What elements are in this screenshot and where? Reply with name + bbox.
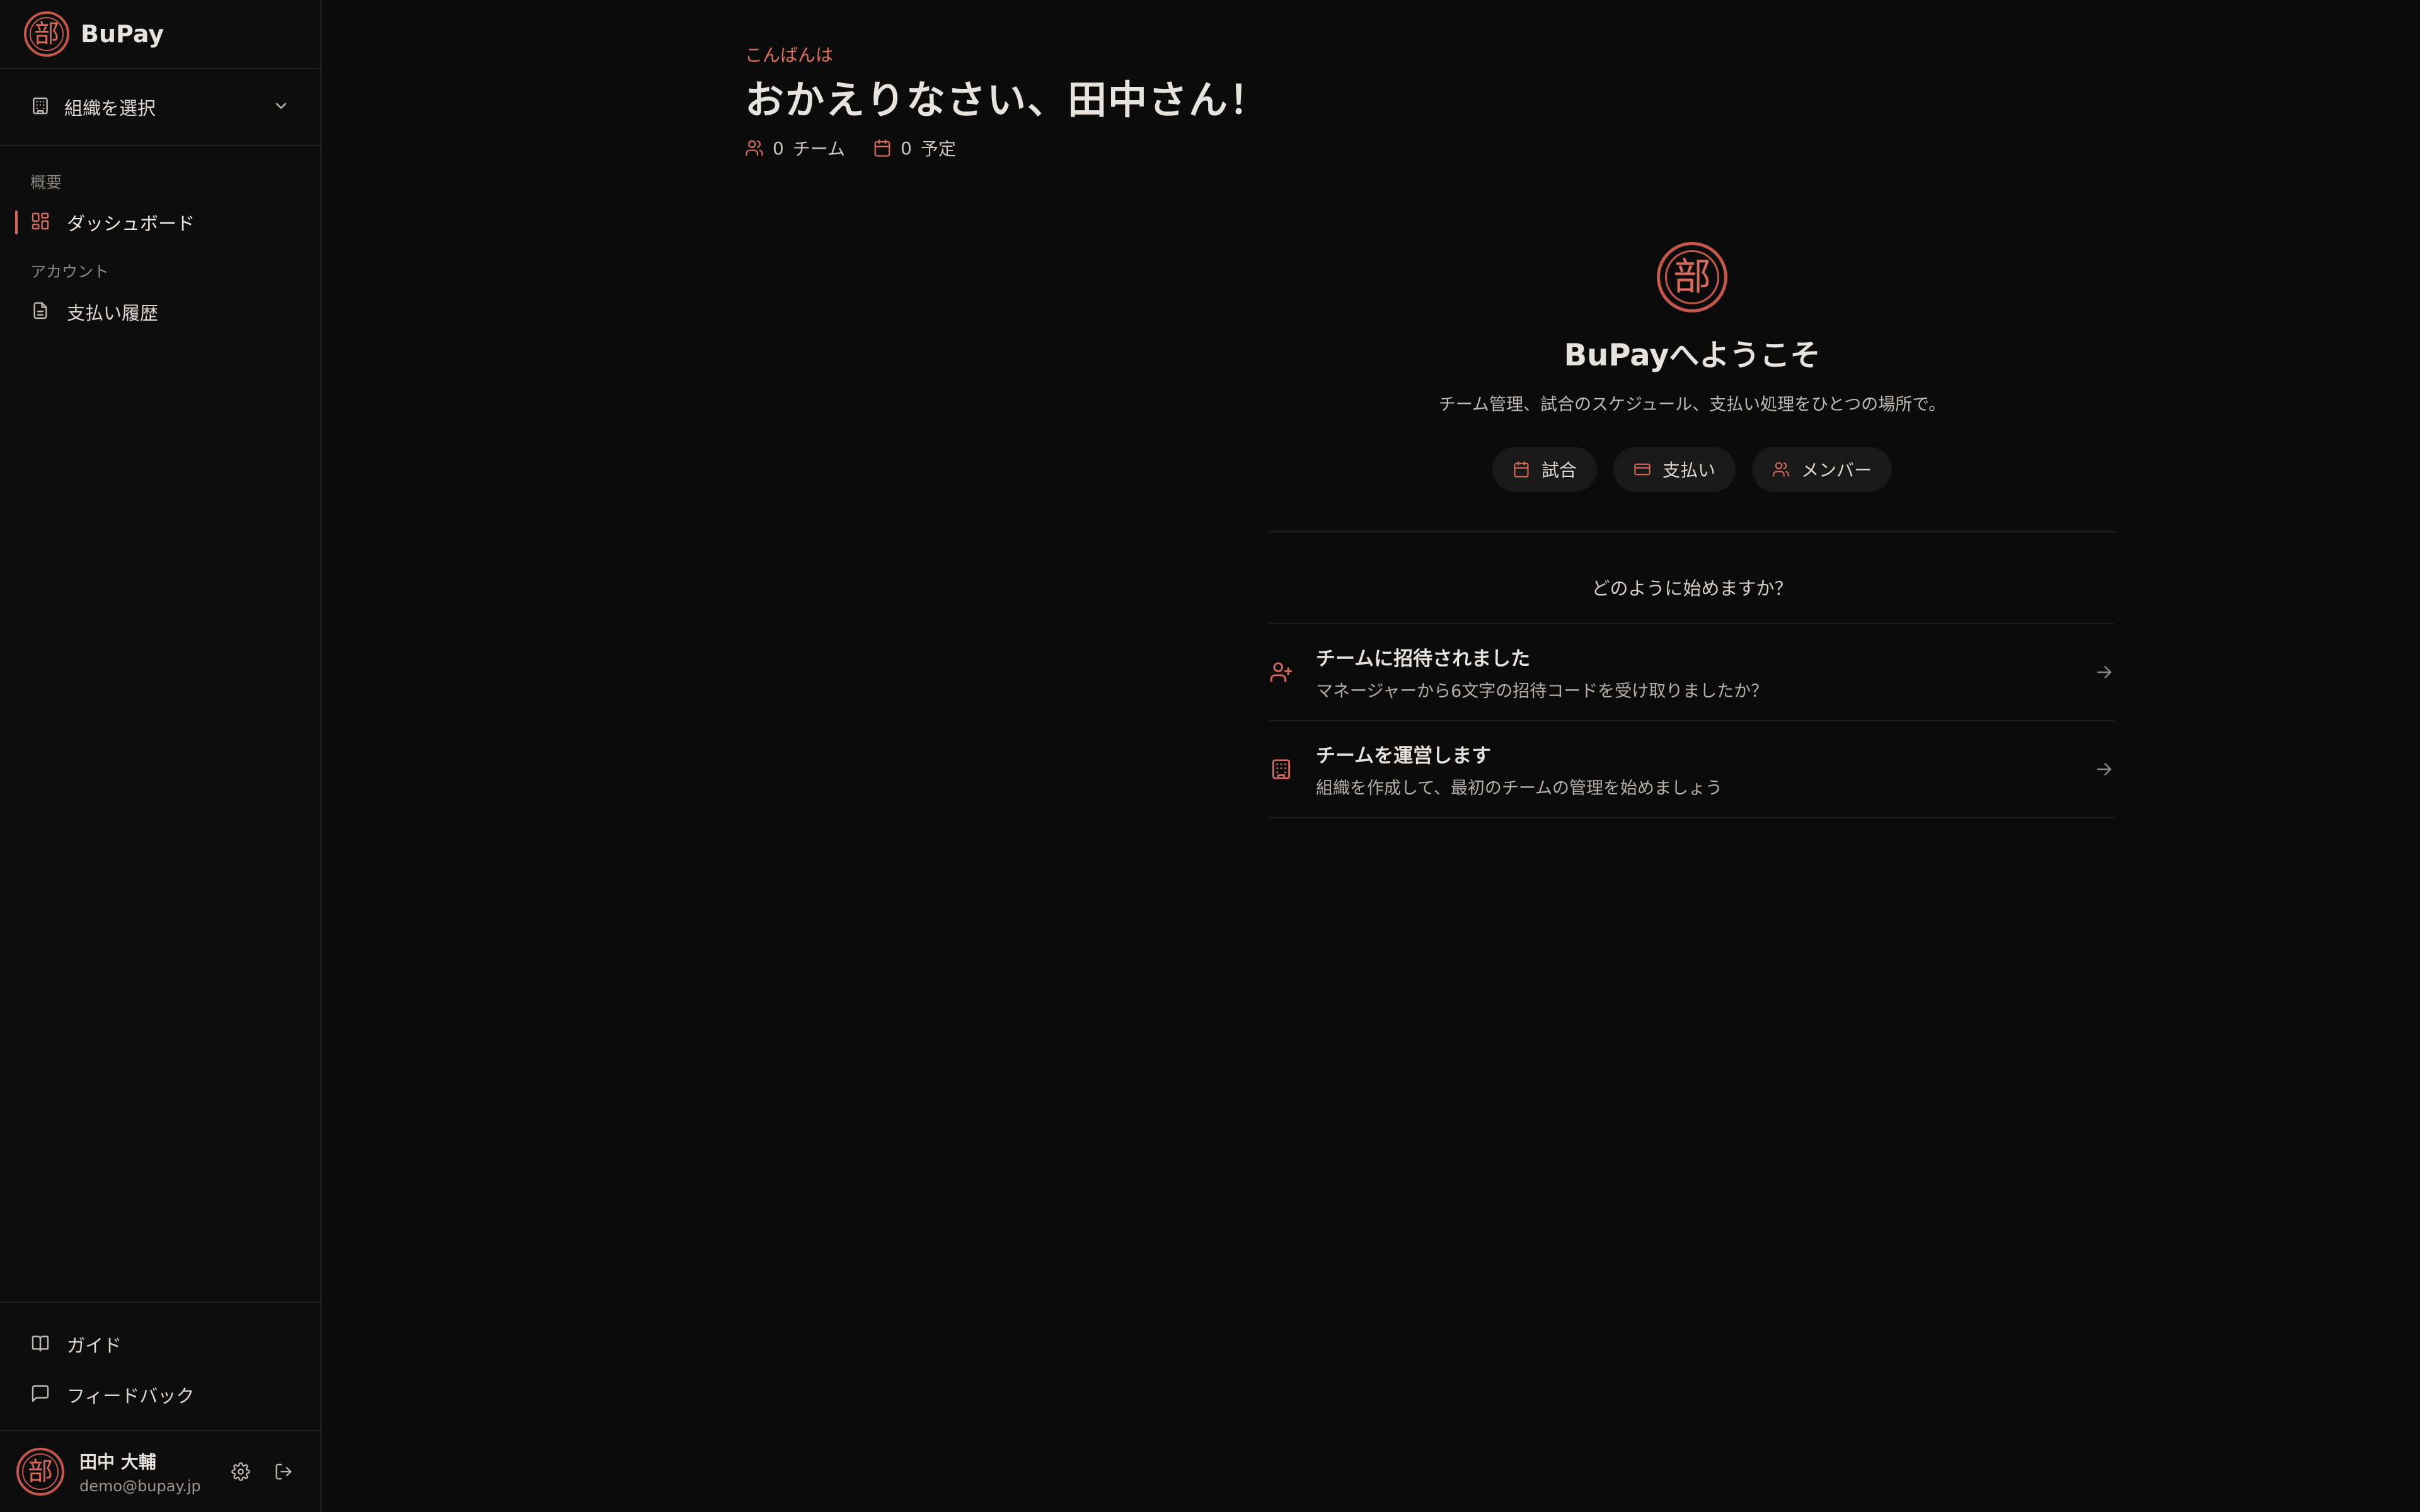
page-title: おかえりなさい、田中さん！ [745, 77, 1270, 123]
user-name: 田中 大輔 [79, 1452, 156, 1472]
logout-button[interactable] [271, 1459, 296, 1484]
option-title: チームを運営します [1316, 745, 1492, 767]
pill-members[interactable]: メンバー [1752, 447, 1893, 492]
user-actions [228, 1459, 320, 1484]
user-meta: 田中 大輔 demo@bupay.jp [79, 1448, 228, 1495]
sidebar-item-label: ガイド [67, 1335, 122, 1356]
brand-name: BuPay [81, 20, 164, 48]
sidebar-item-label: フィードバック [67, 1385, 195, 1407]
pill-payments[interactable]: 支払い [1613, 447, 1736, 492]
nav-section-overview: 概要 ダッシュボード [0, 146, 320, 241]
pill-matches[interactable]: 試合 [1492, 447, 1597, 492]
welcome-panel: 部 BuPayへようこそ チーム管理、試合のスケジュール、支払い処理をひとつの場… [1269, 242, 2115, 818]
bottom-links: ガイド フィードバック [0, 1302, 320, 1430]
calendar-icon [874, 139, 890, 157]
org-select[interactable]: 組織を選択 [0, 69, 320, 146]
stat-teams: 0 チーム [745, 135, 845, 161]
avatar[interactable]: 部 [16, 1448, 64, 1496]
stat-teams-label: チーム [792, 139, 845, 159]
dashboard-icon [30, 211, 50, 234]
book-icon [30, 1333, 50, 1356]
welcome-logo-char: 部 [1673, 255, 1711, 299]
credit-card-icon [1634, 463, 1651, 476]
arrow-right-icon [2090, 759, 2115, 780]
sidebar-item-feedback[interactable]: フィードバック [0, 1370, 320, 1420]
document-icon [30, 301, 50, 323]
users-icon [1773, 462, 1789, 477]
option-manage-team[interactable]: チームを運営します 組織を作成して、最初のチームの管理を始めましょう [1269, 721, 2115, 818]
start-question: どのように始めますか？ [1591, 578, 1793, 599]
sidebar: 部 BuPay 組織を選択 概要 ダッシュボード アカウント 支払い履歴 ガイド… [0, 0, 321, 1512]
avatar-char: 部 [28, 1457, 53, 1486]
welcome-logo: 部 [1657, 242, 1727, 312]
pill-label: 試合 [1541, 460, 1577, 481]
logout-icon [275, 1463, 292, 1480]
app-root: 部 BuPay 組織を選択 概要 ダッシュボード アカウント 支払い履歴 ガイド… [0, 0, 2420, 1512]
gear-icon [231, 1462, 250, 1481]
welcome-title: BuPayへようこそ [1564, 338, 1821, 373]
option-invited[interactable]: チームに招待されました マネージャーから6文字の招待コードを受け取りましたか？ [1269, 624, 2115, 721]
user-email: demo@bupay.jp [79, 1477, 201, 1495]
option-description: マネージャーから6文字の招待コードを受け取りましたか？ [1316, 682, 1768, 701]
option-text: チームを運営します 組織を作成して、最初のチームの管理を始めましょう [1316, 740, 2090, 799]
building-icon [30, 96, 50, 118]
brand-logo: 部 [24, 11, 69, 57]
stat-schedule: 0 予定 [873, 135, 956, 161]
sidebar-item-dashboard[interactable]: ダッシュボード [0, 204, 320, 241]
option-text: チームに招待されました マネージャーから6文字の招待コードを受け取りましたか？ [1316, 643, 2090, 702]
sidebar-bottom: ガイド フィードバック 部 田中 大輔 demo@bupay.jp [0, 1302, 320, 1512]
user-plus-icon [1269, 660, 1294, 684]
arrow-right-icon [2090, 662, 2115, 683]
sidebar-item-payment-history[interactable]: 支払い履歴 [0, 294, 320, 330]
stat-schedule-label: 予定 [920, 139, 956, 159]
users-icon [746, 140, 763, 156]
pill-label: メンバー [1801, 460, 1872, 481]
brand[interactable]: 部 BuPay [0, 0, 320, 69]
divider [1269, 531, 2115, 532]
pill-label: 支払い [1662, 460, 1715, 481]
stat-schedule-value: 0 [901, 137, 912, 159]
option-title: チームに招待されました [1316, 648, 1531, 670]
building-icon [1269, 757, 1294, 781]
brand-logo-char: 部 [34, 20, 59, 49]
settings-button[interactable] [228, 1459, 253, 1484]
greeting: こんばんは [745, 45, 834, 66]
stats-row: 0 チーム 0 予定 [745, 135, 956, 161]
start-options: チームに招待されました マネージャーから6文字の招待コードを受け取りましたか？ [1269, 623, 2115, 818]
chevron-down-icon [272, 97, 290, 117]
nav-heading-account: アカウント [30, 263, 110, 281]
sidebar-item-label: 支払い履歴 [67, 302, 159, 324]
feature-pills: 試合 支払い メンバー [1492, 447, 1893, 492]
stat-teams-value: 0 [773, 137, 784, 159]
org-select-label: 組織を選択 [64, 98, 156, 119]
sidebar-item-label: ダッシュボード [67, 213, 195, 234]
user-box: 部 田中 大輔 demo@bupay.jp [0, 1430, 320, 1512]
calendar-icon [1514, 461, 1529, 478]
option-description: 組織を作成して、最初のチームの管理を始めましょう [1316, 779, 1723, 798]
nav-heading-overview: 概要 [30, 173, 62, 192]
sidebar-item-guide[interactable]: ガイド [0, 1319, 320, 1370]
main-content: こんばんは おかえりなさい、田中さん！ 0 チーム 0 予定 部 BuPayへよ… [321, 0, 2420, 1512]
message-icon [30, 1383, 50, 1406]
nav-section-account: アカウント 支払い履歴 [0, 241, 320, 330]
welcome-subtitle: チーム管理、試合のスケジュール、支払い処理をひとつの場所で。 [1438, 395, 1946, 415]
